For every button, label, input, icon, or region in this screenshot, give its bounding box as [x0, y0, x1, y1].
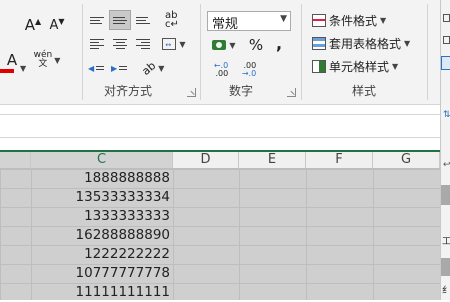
comma-icon: , — [275, 33, 283, 53]
conditional-formatting-button[interactable]: 条件格式 ▼ — [312, 10, 386, 30]
cell-c[interactable]: 16288888890 — [31, 226, 173, 245]
gridline — [306, 169, 307, 300]
merge-center-button[interactable]: ↔ ▼ — [158, 34, 190, 54]
number-group-label: 数字 — [229, 84, 254, 98]
insert-icon — [443, 14, 450, 22]
cell-c[interactable]: 1888888888 — [31, 169, 173, 188]
separator — [427, 4, 428, 100]
pane-text: 纟 — [442, 286, 450, 296]
row-header-corner[interactable] — [0, 152, 31, 169]
increase-indent-arrow-icon: ▶ — [111, 64, 118, 73]
alignment-group-label: 对齐方式 — [104, 84, 153, 98]
side-pane-edge[interactable]: ⇅ ↩ 工 纟 — [440, 0, 450, 300]
gridline — [373, 169, 374, 300]
chevron-down-icon: ▼ — [380, 15, 387, 25]
gridline — [239, 169, 240, 300]
format-as-table-button[interactable]: 套用表格格式 ▼ — [312, 33, 410, 53]
number-dialog-launcher-icon[interactable] — [287, 88, 296, 97]
chevron-down-icon: ▼ — [392, 61, 399, 71]
separator — [82, 4, 83, 100]
align-right-icon — [136, 39, 150, 49]
increase-font-size-button[interactable]: A ▲ — [22, 15, 44, 35]
ribbon: A ▲ A ▼ A ▼ wén 文 ▼ ab c↵ ↔ ▼ ◀ ▶ ab ▼ 对… — [0, 0, 450, 105]
pane-block — [441, 185, 450, 205]
conditional-formatting-icon — [312, 13, 326, 27]
number-format-value: 常规 — [212, 17, 239, 32]
formula-bar[interactable] — [0, 114, 440, 138]
pane-block — [441, 258, 450, 276]
arrow-icon: ↩ — [443, 160, 450, 170]
cell-c[interactable]: 1222222222 — [31, 245, 173, 264]
align-left-button[interactable] — [86, 34, 108, 54]
decrease-decimal-icon: .00 →.0 — [241, 61, 257, 78]
align-top-button[interactable] — [86, 10, 108, 30]
column-header-e[interactable]: E — [239, 152, 306, 169]
decrease-indent-arrow-icon: ◀ — [88, 64, 95, 73]
cell-styles-button[interactable]: 单元格样式 ▼ — [312, 56, 398, 76]
increase-decimal-icon: ←.0.00 — [213, 61, 229, 78]
increase-decimal-button[interactable]: ←.0.00 — [208, 60, 234, 80]
wrap-text-button[interactable]: ab c↵ — [158, 10, 186, 30]
conditional-formatting-label: 条件格式 — [329, 13, 378, 28]
orientation-button[interactable]: ab ▼ — [138, 58, 168, 78]
chevron-down-icon: ▼ — [280, 14, 287, 24]
alignment-dialog-launcher-icon[interactable] — [187, 88, 196, 97]
percent-icon: % — [248, 36, 264, 54]
increase-font-icon: A — [24, 16, 36, 34]
align-left-icon — [90, 39, 104, 49]
column-header-g[interactable]: G — [373, 152, 440, 169]
format-as-table-icon — [312, 36, 326, 50]
decrease-font-size-button[interactable]: A ▼ — [46, 15, 68, 35]
cell-c[interactable]: 1333333333 — [31, 207, 173, 226]
pane-text: 工 — [442, 237, 450, 247]
gridline — [173, 169, 174, 300]
wrap-text-icon: ab c↵ — [165, 10, 179, 30]
cell-c[interactable]: 13533333334 — [31, 188, 173, 207]
sort-icon: ⇅ — [443, 110, 450, 120]
separator — [301, 4, 302, 100]
align-center-icon — [113, 39, 127, 49]
decrease-font-icon: A — [49, 17, 59, 33]
font-color-bar — [0, 69, 14, 73]
accounting-icon — [212, 40, 227, 50]
format-as-table-label: 套用表格格式 — [329, 36, 402, 51]
percent-style-button[interactable]: % — [245, 35, 267, 55]
phonetic-guide-button[interactable]: wén 文 ▼ — [32, 50, 62, 70]
cell-c[interactable]: 10777777778 — [31, 264, 173, 283]
merge-cells-icon: ↔ — [162, 38, 177, 50]
separator — [200, 4, 201, 100]
cell-c[interactable]: 11111111111 — [31, 283, 173, 302]
align-middle-icon — [113, 16, 127, 24]
align-center-button[interactable] — [109, 34, 131, 54]
number-format-select[interactable]: 常规 ▼ — [207, 11, 291, 32]
align-middle-button[interactable] — [109, 10, 131, 30]
format-icon — [441, 56, 450, 70]
styles-group-label: 样式 — [352, 84, 377, 98]
align-bottom-button[interactable] — [132, 10, 154, 30]
cell-styles-icon — [312, 59, 326, 73]
align-top-icon — [90, 16, 104, 24]
font-color-dropdown-icon[interactable]: ▼ — [20, 56, 26, 75]
column-header-f[interactable]: F — [306, 152, 373, 169]
chevron-down-icon: ▼ — [404, 38, 411, 48]
delete-icon — [443, 36, 450, 44]
column-header-d[interactable]: D — [173, 152, 239, 169]
cell-styles-label: 单元格样式 — [329, 59, 390, 74]
font-color-icon: A — [6, 51, 18, 69]
align-right-button[interactable] — [132, 34, 154, 54]
accounting-format-button[interactable]: ▼ — [208, 35, 240, 55]
orientation-icon: ab — [138, 58, 158, 78]
comma-style-button[interactable]: , — [268, 33, 290, 53]
align-bottom-icon — [136, 16, 150, 24]
decrease-decimal-button[interactable]: .00 →.0 — [236, 60, 262, 80]
column-header-c[interactable]: C — [31, 152, 173, 169]
phonetic-icon: wén 文 — [33, 50, 53, 69]
